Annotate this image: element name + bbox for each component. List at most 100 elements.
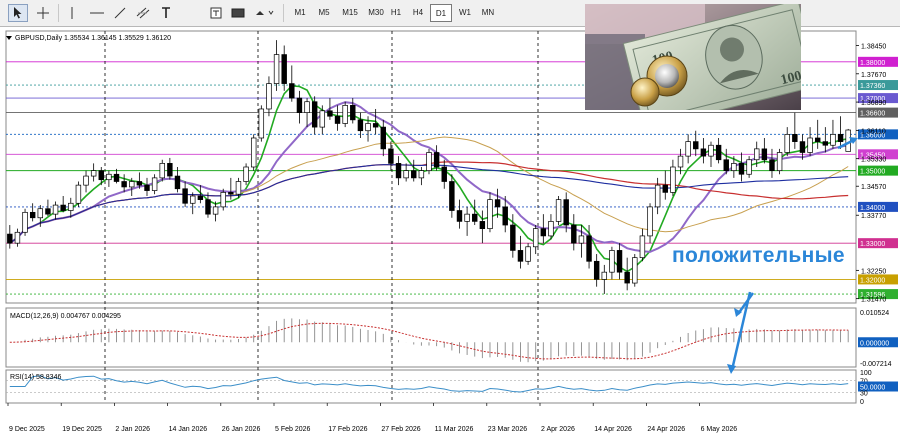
candle-body <box>578 235 585 244</box>
candle-body <box>75 184 82 204</box>
candle-body <box>464 213 470 222</box>
candle-body <box>776 152 783 171</box>
candle-body <box>746 159 752 175</box>
candle-body <box>113 173 120 182</box>
candle-body <box>151 177 158 191</box>
candle-body <box>266 83 272 110</box>
candle-body <box>14 231 21 244</box>
money-photo: 100 100 <box>585 4 801 110</box>
candle-body <box>799 141 806 153</box>
date-label: 27 Feb 2026 <box>381 426 420 433</box>
candle-body <box>167 163 173 177</box>
candle-body <box>60 204 66 211</box>
candle-body <box>586 235 592 262</box>
horizontal-line-icon[interactable] <box>86 4 108 22</box>
timeframe-D1[interactable]: D1 <box>430 4 452 22</box>
candle-body <box>685 141 691 157</box>
candle-body <box>68 202 74 211</box>
candle-body <box>372 123 379 128</box>
candle-body <box>715 144 722 161</box>
candle-body <box>571 224 577 244</box>
candle-body <box>45 208 51 215</box>
rsi-tick-label: 0 <box>860 399 864 406</box>
candle-body <box>837 134 844 142</box>
candle-body <box>723 159 729 171</box>
date-label: 14 Jan 2026 <box>169 426 208 433</box>
candle-body <box>441 166 447 182</box>
candle-body <box>37 208 44 219</box>
candle-body <box>342 104 348 124</box>
candle-body <box>433 152 440 168</box>
timeframe-H1[interactable]: H1 <box>385 4 407 22</box>
candle-body <box>22 211 28 233</box>
candle-body <box>29 211 36 219</box>
trendline-icon[interactable] <box>111 4 129 22</box>
timeframe-M15[interactable]: M15 <box>337 4 363 22</box>
price-tick-label: 1.32250 <box>861 268 886 275</box>
date-label: 17 Feb 2026 <box>328 426 367 433</box>
candle-body <box>563 199 569 226</box>
toolbar-separator <box>283 4 284 22</box>
candle-body <box>403 170 409 179</box>
candle-body <box>281 54 287 84</box>
candle-body <box>395 163 402 179</box>
candle-body <box>159 163 165 179</box>
candle-body <box>525 246 531 262</box>
candle-body <box>693 141 699 150</box>
date-label: 9 Dec 2025 <box>9 426 45 433</box>
candle-body <box>807 137 813 153</box>
candle-body <box>90 170 97 177</box>
candle-body <box>784 134 790 153</box>
label-icon[interactable] <box>207 4 225 22</box>
date-label: 2 Apr 2026 <box>541 426 575 433</box>
candle-body <box>7 233 13 244</box>
candle-body <box>411 170 417 179</box>
timeframe-H4[interactable]: H4 <box>407 4 429 22</box>
candle-body <box>555 199 562 222</box>
price-tick-label: 1.34570 <box>861 184 886 191</box>
candle-body <box>311 101 318 128</box>
candle-body <box>647 206 653 237</box>
timeframe-M1[interactable]: M1 <box>289 4 311 22</box>
chart-header: GBPUSD,Daily 1.35534 1.36145 1.35529 1.3… <box>15 35 171 42</box>
macd-tick-label: -0.007214 <box>860 361 892 368</box>
timeframe-M5[interactable]: M5 <box>313 4 335 22</box>
candle-body <box>830 134 836 146</box>
level-price-label: 1.35000 <box>860 169 885 176</box>
vertical-line-icon[interactable] <box>64 4 80 22</box>
candle-body <box>449 181 455 211</box>
cursor-icon[interactable] <box>8 4 28 22</box>
candle-body <box>197 195 204 200</box>
date-label: 23 Mar 2026 <box>488 426 527 433</box>
candle-body <box>250 137 257 168</box>
candle-body <box>662 184 668 193</box>
candle-body <box>174 175 181 190</box>
candle-body <box>220 192 226 208</box>
timeframe-MN[interactable]: MN <box>477 4 499 22</box>
candle-body <box>708 144 714 157</box>
candle-body <box>418 170 425 179</box>
candle-body <box>548 221 554 237</box>
candle-body <box>319 110 326 128</box>
candle-body <box>472 213 478 222</box>
candle-body <box>243 166 249 182</box>
arrow-tools-icon[interactable] <box>253 4 277 22</box>
date-label: 14 Apr 2026 <box>594 426 632 433</box>
crosshair-icon[interactable] <box>33 4 53 22</box>
candle-body <box>258 108 265 139</box>
price-tick-label: 1.35330 <box>861 157 886 164</box>
timeframe-W1[interactable]: W1 <box>454 4 476 22</box>
price-tick-label: 1.33770 <box>861 213 886 220</box>
channel-icon[interactable] <box>134 4 152 22</box>
text-icon[interactable] <box>158 4 174 22</box>
candle-body <box>616 250 623 273</box>
price-tick-label: 1.36890 <box>861 100 886 107</box>
level-price-label: 1.37360 <box>860 83 885 90</box>
shapes-icon[interactable] <box>229 4 247 22</box>
date-label: 11 Mar 2026 <box>435 426 474 433</box>
candle-body <box>510 224 516 251</box>
candle-body <box>502 206 508 226</box>
candle-body <box>540 228 547 237</box>
candle-body <box>456 210 463 222</box>
level-price-label: 1.36600 <box>860 111 885 118</box>
